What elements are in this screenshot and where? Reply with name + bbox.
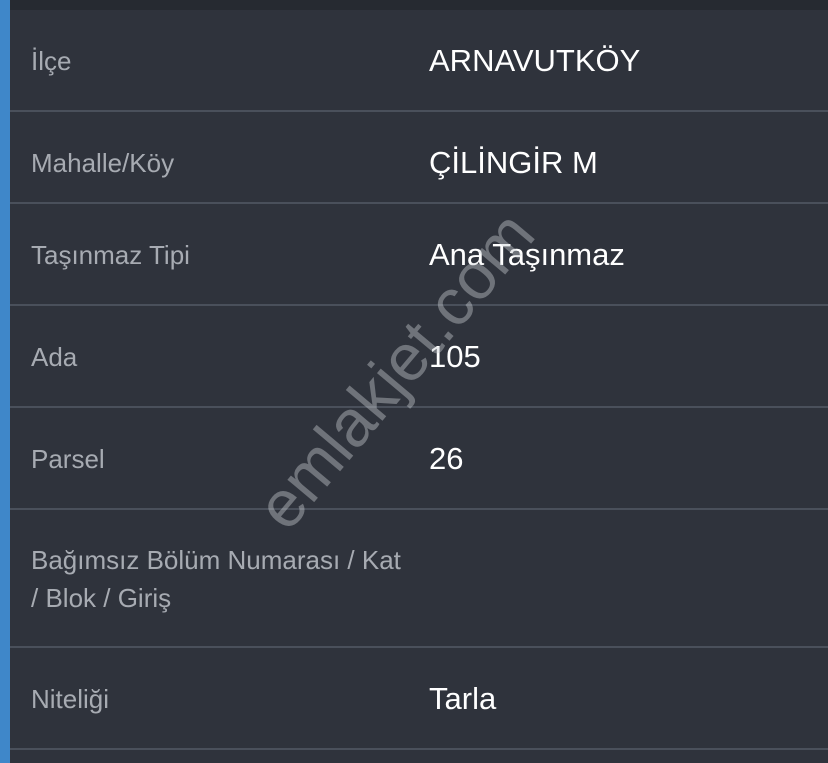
label-bagimsiz-bolum: Bağımsız Bölüm Numarası / Kat / Blok / G… xyxy=(31,545,401,613)
value-mahalle: ÇİLİNGİR M xyxy=(429,145,598,180)
row-tasinmaz-tipi: Taşınmaz Tipi Ana Taşınmaz xyxy=(10,204,828,306)
value-ilce: ARNAVUTKÖY xyxy=(429,43,641,78)
row-niteligi: Niteliği Tarla xyxy=(10,648,828,750)
value-ada: 105 xyxy=(429,339,481,374)
row-ilce: İlçe ARNAVUTKÖY xyxy=(10,10,828,112)
value-tasinmaz-tipi: Ana Taşınmaz xyxy=(429,237,625,272)
label-mahalle: Mahalle/Köy xyxy=(31,148,175,178)
label-niteligi: Niteliği xyxy=(31,684,110,714)
top-strip xyxy=(0,0,828,10)
row-parsel: Parsel 26 xyxy=(10,408,828,510)
property-info-table: İlçe ARNAVUTKÖY Mahalle/Köy ÇİLİNGİR M T… xyxy=(10,10,828,750)
label-parsel: Parsel xyxy=(31,444,105,474)
label-ada: Ada xyxy=(31,342,78,372)
value-niteligi: Tarla xyxy=(429,681,497,716)
accent-bar xyxy=(0,0,10,763)
value-parsel: 26 xyxy=(429,441,464,476)
label-tasinmaz-tipi: Taşınmaz Tipi xyxy=(31,240,190,270)
row-ada: Ada 105 xyxy=(10,306,828,408)
row-bagimsiz-bolum: Bağımsız Bölüm Numarası / Kat / Blok / G… xyxy=(10,510,828,648)
row-mahalle: Mahalle/Köy ÇİLİNGİR M xyxy=(10,112,828,204)
label-ilce: İlçe xyxy=(31,46,72,76)
